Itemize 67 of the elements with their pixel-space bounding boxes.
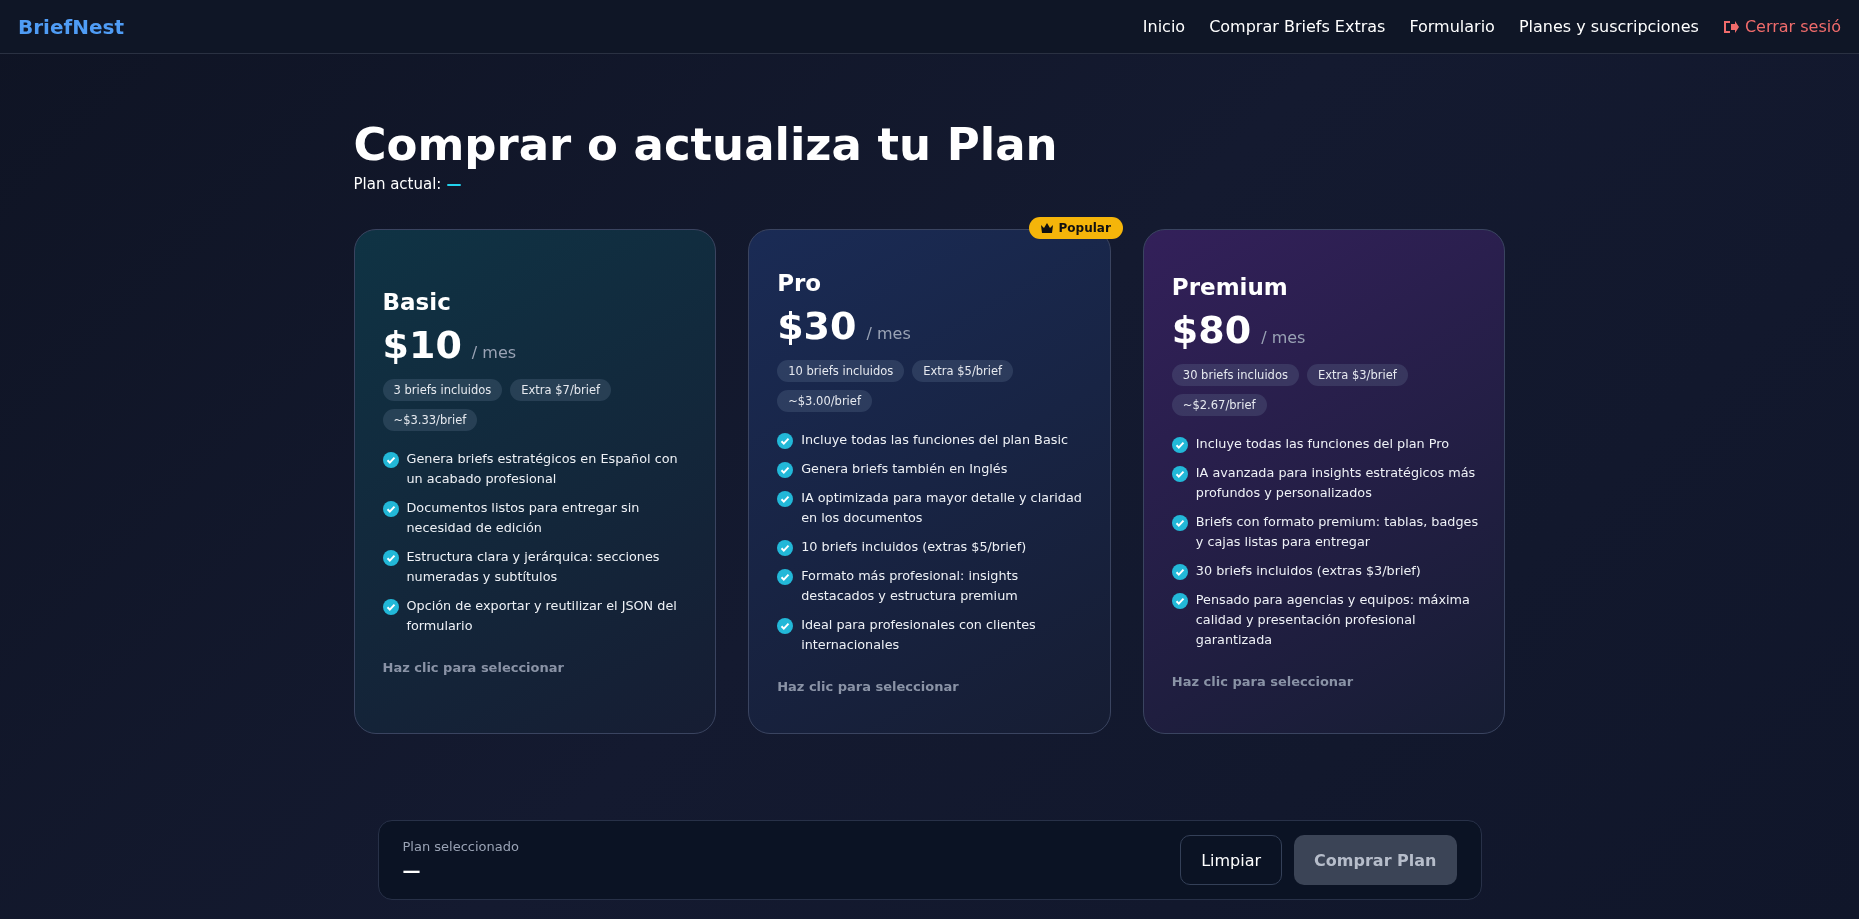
logout-icon [1722, 19, 1739, 34]
feature-text: Incluye todas las funciones del plan Basic [801, 430, 1068, 449]
price-period: / mes [471, 342, 517, 362]
feature-text: Opción de exportar y reutilizar el JSON del formulario [406, 596, 678, 635]
check-icon [777, 568, 794, 585]
page-title: Comprar o actualiza tu Plan [353, 118, 1058, 171]
feature-text: 10 briefs incluidos (extras $5/brief) [801, 537, 1027, 556]
feature-text: Genera briefs también en Inglés [801, 459, 1008, 478]
feature-text: Formato más profesional: insights destacados y estructura premium [801, 566, 1020, 605]
logout-link[interactable]: Cerrar sesió [1722, 17, 1841, 36]
select-hint: Haz clic para seleccionar [382, 659, 564, 675]
check-icon [382, 598, 399, 615]
feature-text: IA avanzada para insights estratégicos más profundos y personalizados [1195, 464, 1477, 502]
plan-chip: Extra $3/brief [1306, 364, 1408, 386]
selected-plan-value: — [402, 860, 422, 881]
feature-text: Estructura clara y jerárquica: secciones numeradas y subtítulos [406, 547, 661, 586]
plan-name: Premium [1171, 274, 1289, 300]
check-icon [777, 461, 794, 478]
check-icon [777, 617, 794, 634]
check-icon [382, 549, 399, 566]
check-icon [777, 490, 794, 507]
feature-text: Incluye todas las funciones del plan Pro [1195, 435, 1450, 453]
plan-chip: ~$3.00/brief [777, 389, 872, 412]
plan-name: Pro [777, 269, 823, 296]
check-icon [1171, 515, 1188, 531]
feature-text: Pensado para agencias y equipos: máxima calidad y presentación profesional garantizada [1195, 591, 1471, 649]
price-period: / mes [1261, 328, 1306, 347]
current-plan-value: — [446, 175, 462, 193]
plan-chip: 10 briefs incluidos [777, 359, 905, 382]
clear-button[interactable]: Limpiar [1180, 835, 1283, 885]
plan-chip: Extra $5/brief [912, 359, 1014, 382]
plan-chip: ~$2.67/brief [1171, 394, 1267, 416]
brand-logo[interactable]: BriefNest [18, 14, 124, 39]
feature-text: Documentos listos para entregar sin necesidad de edición [406, 498, 641, 537]
check-icon [382, 451, 399, 468]
select-hint: Haz clic para seleccionar [777, 678, 959, 694]
plan-price: $10 [382, 322, 462, 367]
feature-text: IA optimizada para mayor detalle y claridad en los documentos [801, 488, 1083, 527]
plan-chip: ~$3.33/brief [382, 408, 478, 431]
plan-name: Basic [382, 288, 452, 315]
plan-card[interactable] [353, 229, 717, 734]
check-icon [1171, 437, 1188, 453]
plan-chip: 3 briefs incluidos [382, 378, 503, 401]
feature-text: Ideal para profesionales con clientes internacionales [801, 615, 1037, 654]
nav-link[interactable]: Comprar Briefs Extras [1209, 17, 1386, 36]
plan-chip: Extra $7/brief [510, 378, 612, 401]
price-period: / mes [866, 323, 911, 343]
nav-link[interactable]: Inicio [1142, 17, 1186, 36]
check-icon [777, 539, 794, 556]
check-icon [1171, 564, 1188, 580]
nav-link[interactable]: Formulario [1409, 17, 1495, 36]
check-icon [382, 500, 399, 517]
feature-text: Briefs con formato premium: tablas, badges y cajas listas para entregar [1195, 513, 1480, 551]
check-icon [777, 432, 794, 449]
popular-badge: Popular [1028, 217, 1123, 239]
plan-chip: 30 briefs incluidos [1171, 364, 1299, 386]
nav-link[interactable]: Planes y suscripciones [1518, 17, 1699, 36]
check-icon [1171, 593, 1188, 609]
selected-plan-label: Plan seleccionado [402, 839, 519, 854]
plan-price: $80 [1171, 308, 1252, 352]
plan-price: $30 [777, 303, 857, 348]
plan-card[interactable] [1142, 229, 1506, 734]
select-hint: Haz clic para seleccionar [1171, 674, 1354, 689]
feature-text: 30 briefs incluidos (extras $3/brief) [1195, 562, 1421, 580]
feature-text: Genera briefs estratégicos en Español con un acabado profesional [406, 449, 679, 488]
check-icon [1171, 466, 1188, 482]
current-plan-label: Plan actual: [353, 175, 442, 193]
